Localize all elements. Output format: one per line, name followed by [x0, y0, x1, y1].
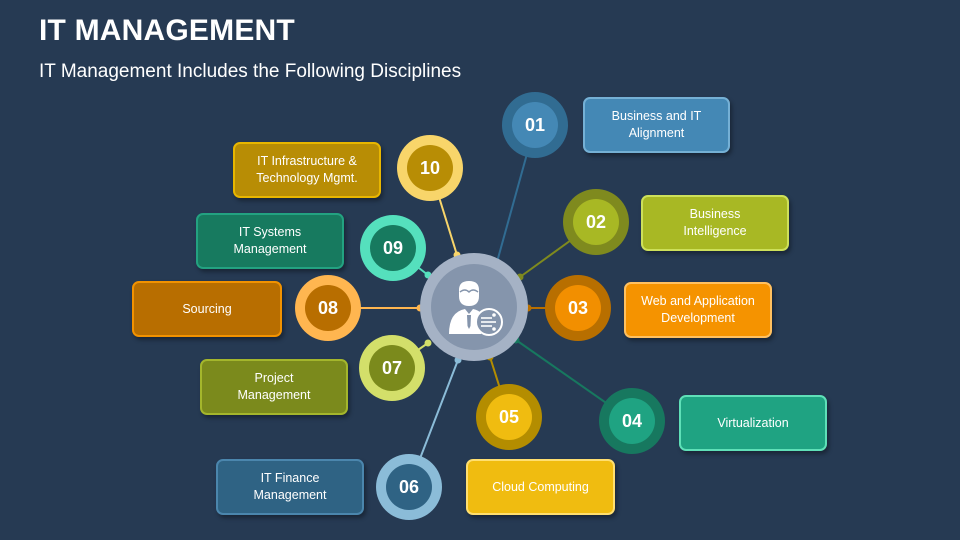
discipline-box-04: Virtualization	[679, 395, 827, 451]
discipline-label-line: IT Finance	[260, 471, 320, 485]
discipline-label: IT Systems Management	[234, 224, 307, 258]
discipline-box-10: IT Infrastructure & Technology Mgmt.	[233, 142, 381, 198]
discipline-label-line: IT Systems	[238, 225, 302, 239]
discipline-label-line: Virtualization	[717, 415, 789, 430]
discipline-label: Web and Application Development	[641, 293, 755, 327]
discipline-label: IT Infrastructure & Technology Mgmt.	[256, 153, 357, 187]
number-circle-07: 07	[359, 335, 425, 401]
discipline-label-line: Technology Mgmt.	[256, 171, 358, 185]
central-hub	[420, 253, 528, 361]
discipline-label-line: Web and Application	[641, 294, 755, 308]
number-circle-06: 06	[376, 454, 442, 520]
discipline-box-06: IT Finance Management	[216, 459, 364, 515]
discipline-label: IT Finance Management	[254, 470, 327, 504]
discipline-box-03: Web and Application Development	[624, 282, 772, 338]
discipline-box-01: Business and IT Alignment	[583, 97, 730, 153]
discipline-label-line: Alignment	[628, 126, 685, 140]
number-label: 02	[573, 199, 619, 245]
discipline-box-05: Cloud Computing	[466, 459, 615, 515]
number-label: 08	[305, 285, 351, 331]
discipline-label-line: Intelligence	[683, 224, 747, 238]
number-circle-10: 10	[397, 135, 463, 201]
number-label: 07	[369, 345, 415, 391]
discipline-label-line: Sourcing	[182, 301, 232, 316]
it-manager-person-icon	[449, 281, 503, 336]
number-label: 05	[486, 394, 532, 440]
discipline-label-line: Business	[689, 207, 741, 221]
discipline-label-line: IT Infrastructure &	[257, 154, 357, 168]
number-circle-04: 04	[599, 388, 665, 454]
discipline-label: Business Intelligence	[683, 206, 746, 240]
number-label: 04	[609, 398, 655, 444]
discipline-label: Cloud Computing	[492, 479, 589, 496]
discipline-label: Virtualization	[717, 415, 788, 432]
number-circle-08: 08	[295, 275, 361, 341]
discipline-label-line: Cloud Computing	[492, 479, 589, 494]
number-circle-05: 05	[476, 384, 542, 450]
number-label: 10	[407, 145, 453, 191]
discipline-label: Business and IT Alignment	[612, 108, 702, 142]
discipline-box-07: Project Management	[200, 359, 348, 415]
discipline-label-line: Business and IT	[611, 109, 702, 123]
discipline-label-line: Management	[253, 488, 327, 502]
number-circle-03: 03	[545, 275, 611, 341]
discipline-label: Sourcing	[182, 301, 231, 318]
number-circle-01: 01	[502, 92, 568, 158]
number-label: 01	[512, 102, 558, 148]
discipline-label: Project Management	[238, 370, 311, 404]
number-label: 03	[555, 285, 601, 331]
discipline-label-line: Development	[661, 311, 735, 325]
discipline-box-08: Sourcing	[132, 281, 282, 337]
discipline-box-09: IT Systems Management	[196, 213, 344, 269]
discipline-label-line: Management	[233, 242, 307, 256]
number-circle-09: 09	[360, 215, 426, 281]
number-label: 09	[370, 225, 416, 271]
connector-dot-07	[424, 339, 432, 347]
discipline-label-line: Project	[254, 371, 294, 385]
number-circle-02: 02	[563, 189, 629, 255]
discipline-label-line: Management	[237, 388, 311, 402]
discipline-box-02: Business Intelligence	[641, 195, 789, 251]
number-label: 06	[386, 464, 432, 510]
